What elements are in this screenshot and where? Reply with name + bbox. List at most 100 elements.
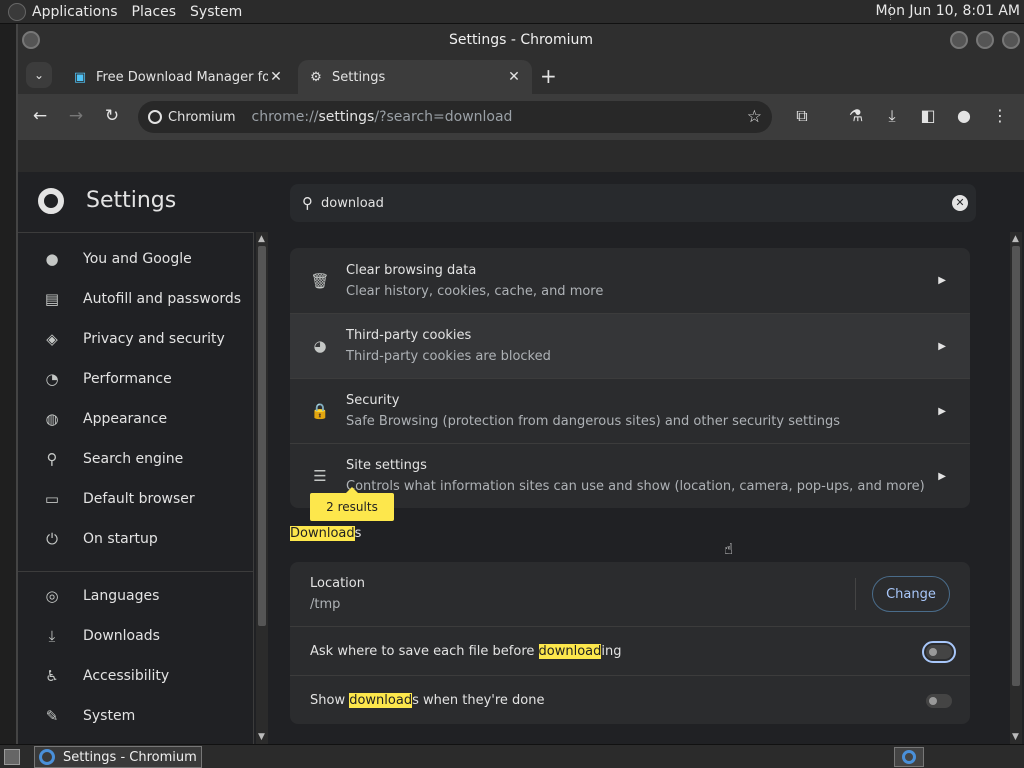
search-icon: ⚲ <box>46 450 58 468</box>
sidebar-item-accessibility[interactable]: ♿ Accessibility <box>18 656 254 696</box>
sidebar-item-autofill[interactable]: ▤ Autofill and passwords <box>18 279 254 319</box>
ask-where-toggle[interactable] <box>922 641 956 663</box>
sidebar-item-privacy[interactable]: ◈ Privacy and security <box>18 319 254 359</box>
show-downloads-row[interactable]: Show downloads when they're done <box>290 675 970 724</box>
places-menu[interactable]: Places <box>132 4 177 20</box>
tab-title: Free Download Manager for L <box>96 69 268 85</box>
menu-kebab-icon[interactable]: ⋮ <box>988 106 1012 125</box>
tab-settings[interactable]: ⚙ Settings ✕ <box>298 60 532 94</box>
window-titlebar[interactable]: Settings - Chromium <box>18 24 1024 56</box>
sidebar-item-default-browser[interactable]: ▭ Default browser <box>18 479 254 519</box>
change-location-button[interactable]: Change <box>872 576 950 612</box>
url-text[interactable]: chrome://settings/?search=download <box>252 109 513 125</box>
search-highlight: download <box>538 643 602 659</box>
sidebar-item-label: Privacy and security <box>83 331 225 347</box>
sidebar-item-label: Appearance <box>83 411 168 427</box>
browser-toolbar: ← → ↻ Chromium chrome://settings/?search… <box>18 94 1024 140</box>
chromium-icon <box>39 749 55 765</box>
main-scrollbar[interactable]: ▲ ▼ <box>1010 232 1022 744</box>
close-tab-icon[interactable]: ✕ <box>268 69 284 85</box>
sidebar-item-appearance[interactable]: ◍ Appearance <box>18 399 254 439</box>
label-part: s when they're done <box>412 692 545 708</box>
accessibility-icon: ♿ <box>45 667 59 685</box>
search-input[interactable]: download <box>321 196 384 211</box>
search-highlight: download <box>349 692 413 708</box>
chevron-right-icon: ▶ <box>938 470 946 482</box>
shield-icon: ◈ <box>46 330 58 348</box>
system-menu[interactable]: System <box>190 4 242 20</box>
row-title: Site settings <box>346 458 427 473</box>
sidebar-item-system[interactable]: ✎ System <box>18 696 254 736</box>
sidebar-item-label: Autofill and passwords <box>83 291 242 307</box>
side-panel-icon[interactable]: ◧ <box>916 106 940 125</box>
row-title: Third-party cookies <box>346 328 472 343</box>
labs-flask-icon[interactable]: ⚗ <box>844 106 868 125</box>
person-icon: ● <box>45 250 59 268</box>
scrollbar-thumb[interactable] <box>258 246 266 626</box>
clear-search-icon[interactable]: ✕ <box>952 195 968 211</box>
site-info-chip[interactable]: Chromium <box>148 110 236 125</box>
sidebar-item-languages[interactable]: ◎ Languages <box>18 576 254 616</box>
palette-icon: ◍ <box>45 410 59 428</box>
show-desktop-icon[interactable] <box>4 749 20 765</box>
row-subtitle: Safe Browsing (protection from dangerous… <box>346 414 841 429</box>
close-tab-icon[interactable]: ✕ <box>506 69 522 85</box>
sidebar-item-performance[interactable]: ◔ Performance <box>18 359 254 399</box>
address-bar[interactable]: Chromium chrome://settings/?search=downl… <box>138 101 772 133</box>
tab-search-button[interactable]: ⌄ <box>26 62 52 88</box>
url-host: settings <box>318 109 375 125</box>
profile-icon[interactable]: ● <box>952 106 976 125</box>
applications-menu[interactable]: Applications <box>32 4 118 20</box>
clear-browsing-data-row[interactable]: 🗑 Clear browsing data Clear history, cook… <box>290 248 970 313</box>
scroll-down-icon[interactable]: ▼ <box>1012 732 1019 742</box>
downloads-icon[interactable]: ⤓ <box>880 106 904 126</box>
sidebar-scrollbar[interactable]: ▲ ▼ <box>256 232 268 744</box>
show-downloads-toggle[interactable] <box>926 694 952 708</box>
sidebar-item-search-engine[interactable]: ⚲ Search engine <box>18 439 254 479</box>
row-title: Security <box>346 393 400 408</box>
settings-sidebar: ● You and Google ▤ Autofill and passwords … <box>18 232 254 744</box>
sidebar-item-label: Languages <box>83 588 160 604</box>
window-menu-button[interactable] <box>22 31 40 49</box>
lock-icon: 🔒 <box>310 402 330 420</box>
security-row[interactable]: 🔒 Security Safe Browsing (protection from… <box>290 378 970 443</box>
search-icon: ⚲ <box>302 194 313 212</box>
site-chip-label: Chromium <box>168 109 236 125</box>
sidebar-item-you-and-google[interactable]: ● You and Google <box>18 239 254 279</box>
privacy-card: 🗑 Clear browsing data Clear history, cook… <box>290 248 970 508</box>
os-logo-icon[interactable] <box>8 2 26 21</box>
sidebar-item-downloads[interactable]: ⤓ Downloads <box>18 616 254 656</box>
scrollbar-thumb[interactable] <box>1012 246 1020 686</box>
reload-icon[interactable]: ↻ <box>98 106 126 126</box>
settings-page: Settings ⚲ download ✕ ● You and Google ▤ A… <box>18 172 1024 744</box>
clock[interactable]: Mon Jun 10, 8:01 AM <box>875 3 1020 19</box>
forward-arrow-icon[interactable]: → <box>62 106 90 126</box>
globe-icon: ◎ <box>45 587 59 605</box>
downloads-card: Location/tmp Change Ask where to save ea… <box>290 562 970 724</box>
tray-chromium[interactable] <box>894 747 924 767</box>
search-highlight: Download <box>290 526 355 541</box>
sidebar-item-on-startup[interactable]: ⏻ On startup <box>18 519 254 559</box>
chevron-right-icon: ▶ <box>938 405 946 417</box>
maximize-button[interactable] <box>976 31 994 49</box>
back-arrow-icon[interactable]: ← <box>26 106 54 126</box>
settings-search-field[interactable]: ⚲ download ✕ <box>290 184 976 222</box>
chromium-icon <box>902 750 916 764</box>
taskbar-item-chromium[interactable]: Settings - Chromium <box>34 746 202 768</box>
third-party-cookies-row[interactable]: ◕ Third-party cookies Third-party cookies… <box>290 313 970 378</box>
new-tab-button[interactable]: + <box>540 64 557 88</box>
url-prefix: chrome:// <box>251 109 319 125</box>
ask-where-to-save-row[interactable]: Ask where to save each file before downl… <box>290 626 970 675</box>
close-window-button[interactable] <box>1002 31 1020 49</box>
scroll-down-icon[interactable]: ▼ <box>258 732 265 742</box>
extensions-icon[interactable]: ⧉ <box>790 106 814 126</box>
location-value: /tmp <box>310 597 341 612</box>
chevron-right-icon: ▶ <box>938 340 946 352</box>
scroll-up-icon[interactable]: ▲ <box>258 234 265 244</box>
scroll-up-icon[interactable]: ▲ <box>1012 234 1019 244</box>
sidebar-item-label: Default browser <box>83 491 195 507</box>
bookmark-star-icon[interactable]: ☆ <box>747 107 762 127</box>
minimize-button[interactable] <box>950 31 968 49</box>
location-row: Location/tmp Change <box>290 562 970 626</box>
tab-free-download-manager[interactable]: ▣ Free Download Manager for L ✕ <box>62 60 294 94</box>
